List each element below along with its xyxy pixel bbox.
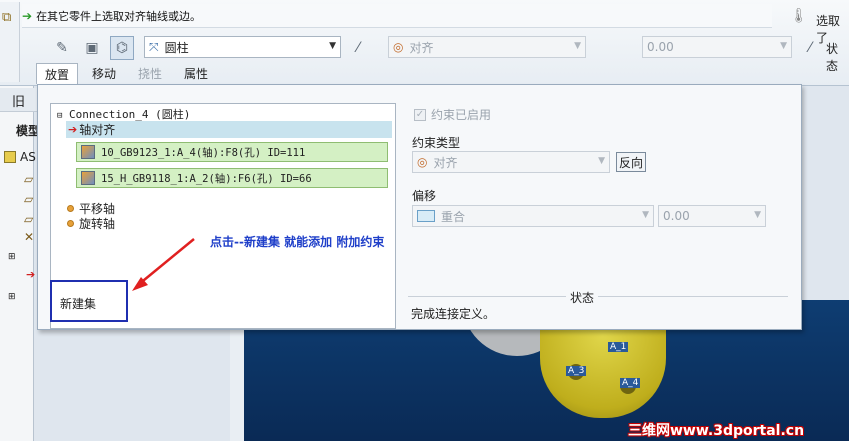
offset-label: 偏移	[412, 189, 437, 203]
axis-align-row[interactable]: ➔ 轴对齐	[66, 121, 392, 138]
axis-align-label: 轴对齐	[79, 123, 116, 137]
align-select[interactable]: ◎ 对齐 ▼	[388, 36, 586, 58]
offset-value: 0.00	[647, 40, 674, 54]
edit-icon[interactable]: ✎	[50, 36, 74, 60]
component-icon[interactable]: ▣	[80, 36, 104, 60]
offset-input[interactable]: 0.00 ▼	[642, 36, 792, 58]
constraint-type-value: 对齐	[433, 155, 458, 170]
dashboard-tabs: 放置 移动 挠性 属性	[36, 63, 222, 84]
watermark: 三维网www.3dportal.cn	[628, 423, 805, 439]
offset-type-select[interactable]: 重合 ▼	[412, 205, 654, 227]
chevron-down-icon: ▼	[642, 210, 649, 220]
tree-root-label: AS	[20, 150, 36, 164]
collapse-icon[interactable]: ⊟	[57, 111, 62, 121]
prompt-text: 在其它零件上选取对齐轴线或边。	[36, 9, 202, 23]
model-tree-panel	[0, 86, 34, 441]
tab-placement[interactable]: 放置	[36, 63, 79, 84]
tab-flexibility[interactable]: 挠性	[130, 63, 170, 84]
axis-tag: A_3	[566, 366, 587, 376]
new-set-link[interactable]: 新建集	[60, 295, 96, 312]
connection-node[interactable]: ⊟ Connection_4 (圆柱)	[57, 106, 190, 122]
status-tab[interactable]: 状态	[826, 40, 849, 74]
tree-expand-icon[interactable]: ⊞	[8, 292, 16, 302]
axis-tag: A_4	[620, 378, 641, 388]
tab-properties[interactable]: 属性	[176, 63, 216, 84]
tree-root-item[interactable]: AS	[4, 150, 36, 164]
tree-layout-icon[interactable]: 旧	[12, 91, 25, 110]
tree-expand-icon[interactable]: ⊞	[8, 252, 16, 262]
chevron-down-icon: ▼	[574, 41, 581, 51]
axis-reference-icon	[81, 171, 95, 185]
flip-button[interactable]: 反向	[616, 152, 646, 172]
user-defined-icon[interactable]: ⌬	[110, 36, 134, 60]
check-icon: ✓	[414, 108, 426, 121]
status-dot-icon	[67, 205, 74, 212]
align-value: 对齐	[409, 40, 434, 55]
datum-plane-icon: ▱	[24, 212, 34, 226]
insert-arrow-icon: ➔	[26, 268, 36, 281]
datum-plane-icon: ▱	[24, 172, 34, 186]
tab-move[interactable]: 移动	[84, 63, 124, 84]
status-heading: 状态	[566, 289, 599, 306]
part-icon: ⧉	[2, 10, 12, 25]
thermometer-icon: 🌡	[790, 8, 808, 24]
cylinder-icon: ⤧	[149, 39, 159, 54]
flip-icon[interactable]: ⁄	[346, 36, 370, 60]
chevron-down-icon: ▼	[754, 210, 761, 220]
constraint-type-select[interactable]: ◎ 对齐 ▼	[412, 151, 610, 173]
connection-label: Connection_4 (圆柱)	[69, 108, 191, 121]
chevron-down-icon: ▼	[780, 41, 787, 51]
current-arrow-icon: ➔	[68, 123, 78, 136]
rotation-axis-label: 旋转轴	[79, 217, 116, 231]
coincident-icon	[417, 210, 435, 222]
datum-plane-icon: ▱	[24, 192, 34, 206]
reference-item[interactable]: 15_H_GB9118_1:A_2(轴):F6(孔) ID=66	[76, 168, 388, 188]
axis-reference-icon	[81, 145, 95, 159]
status-message: 完成连接定义。	[411, 307, 496, 321]
offset-value-input[interactable]: 0.00 ▼	[658, 205, 766, 227]
rotation-axis-item[interactable]: 旋转轴	[67, 215, 115, 232]
connection-type-select[interactable]: ⤧ 圆柱 ▼	[144, 36, 341, 58]
axis-tag: A_1	[608, 342, 629, 352]
chevron-down-icon: ▼	[329, 41, 336, 51]
offset-type-value: 重合	[441, 209, 466, 224]
align-icon: ◎	[393, 40, 404, 54]
dashboard-left-strip: ⧉	[0, 2, 20, 82]
assembly-icon	[4, 151, 16, 163]
align-icon: ◎	[417, 155, 428, 169]
offset-value-text: 0.00	[663, 209, 690, 223]
reference-text: 15_H_GB9118_1:A_2(轴):F6(孔) ID=66	[101, 172, 312, 185]
csys-icon: ✕	[24, 230, 35, 244]
reference-item[interactable]: 10_GB9123_1:A_4(轴):F8(孔) ID=111	[76, 142, 388, 162]
constraint-enabled-checkbox[interactable]: ✓ 约束已启用	[414, 106, 491, 123]
model-tree-header: 旧	[0, 88, 40, 112]
constraint-type-label: 约束类型	[412, 136, 461, 150]
annotation-text: 点击--新建集 就能添加 附加约束	[210, 235, 385, 249]
prompt-bar: ➔ 在其它零件上选取对齐轴线或边。	[22, 4, 772, 28]
chevron-down-icon: ▼	[598, 156, 605, 166]
reference-text: 10_GB9123_1:A_4(轴):F8(孔) ID=111	[101, 146, 306, 159]
placement-panel: ⊟ Connection_4 (圆柱) ➔ 轴对齐 10_GB9123_1:A_…	[37, 84, 802, 330]
status-dot-icon	[67, 220, 74, 227]
flip-offset-icon[interactable]: ⁄	[798, 36, 822, 60]
constraint-enabled-label: 约束已启用	[431, 108, 492, 122]
prompt-arrow-icon: ➔	[22, 8, 33, 23]
connection-type-value: 圆柱	[164, 40, 189, 55]
